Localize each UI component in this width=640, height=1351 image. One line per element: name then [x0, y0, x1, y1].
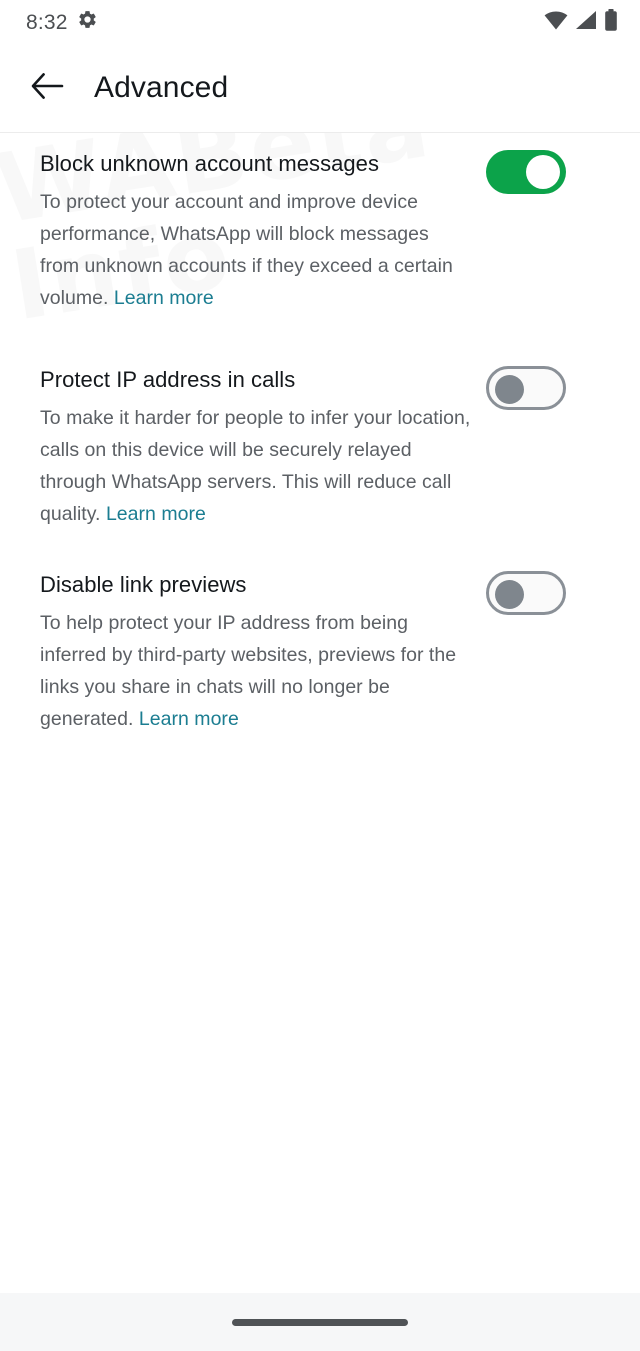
- setting-description: To protect your account and improve devi…: [40, 186, 472, 314]
- setting-title: Disable link previews: [40, 572, 247, 597]
- setting-description: To make it harder for people to infer yo…: [40, 402, 472, 530]
- setting-description-text: To help protect your IP address from bei…: [40, 612, 457, 730]
- settings-list: WABetaInfo Block unknown account message…: [0, 133, 640, 1293]
- setting-description-text: To protect your account and improve devi…: [40, 191, 453, 309]
- setting-description: To help protect your IP address from bei…: [40, 607, 472, 735]
- setting-texts: Block unknown account messages To protec…: [40, 150, 472, 314]
- back-arrow-icon: [30, 71, 64, 106]
- learn-more-link[interactable]: Learn more: [139, 708, 239, 730]
- wifi-icon: [544, 10, 568, 35]
- app-bar: Advanced: [0, 44, 640, 132]
- toggle-knob: [495, 580, 524, 609]
- status-bar-right: [544, 8, 618, 36]
- gesture-home-pill[interactable]: [232, 1318, 408, 1326]
- toggle-protect-ip-address-in-calls[interactable]: [486, 366, 566, 410]
- page-title: Advanced: [94, 71, 229, 104]
- setting-texts: Protect IP address in calls To make it h…: [40, 366, 472, 530]
- setting-row-disable-link-previews[interactable]: Disable link previews To help protect yo…: [0, 571, 640, 735]
- toggle-block-unknown-account-messages[interactable]: [486, 150, 566, 194]
- toggle-disable-link-previews[interactable]: [486, 571, 566, 615]
- battery-icon: [604, 8, 618, 36]
- system-navigation-bar: [0, 1293, 640, 1351]
- phone-screen: 8:32 Advanced Block unknown account mess…: [0, 0, 640, 1351]
- status-clock: 8:32: [26, 10, 68, 34]
- setting-title: Block unknown account messages: [40, 151, 380, 176]
- status-bar: 8:32: [0, 0, 640, 44]
- learn-more-link[interactable]: Learn more: [106, 503, 206, 525]
- setting-row-protect-ip-address-in-calls[interactable]: Protect IP address in calls To make it h…: [0, 366, 640, 530]
- cellular-signal-icon: [575, 10, 597, 35]
- toggle-knob: [495, 375, 524, 404]
- setting-description-text: To make it harder for people to infer yo…: [40, 407, 471, 525]
- setting-title: Protect IP address in calls: [40, 367, 296, 392]
- setting-row-block-unknown-account-messages[interactable]: Block unknown account messages To protec…: [0, 150, 640, 314]
- toggle-knob: [526, 155, 560, 189]
- gear-icon: [77, 9, 98, 35]
- learn-more-link[interactable]: Learn more: [114, 287, 214, 309]
- status-bar-left: 8:32: [26, 9, 98, 35]
- back-button[interactable]: [24, 65, 70, 111]
- setting-texts: Disable link previews To help protect yo…: [40, 571, 472, 735]
